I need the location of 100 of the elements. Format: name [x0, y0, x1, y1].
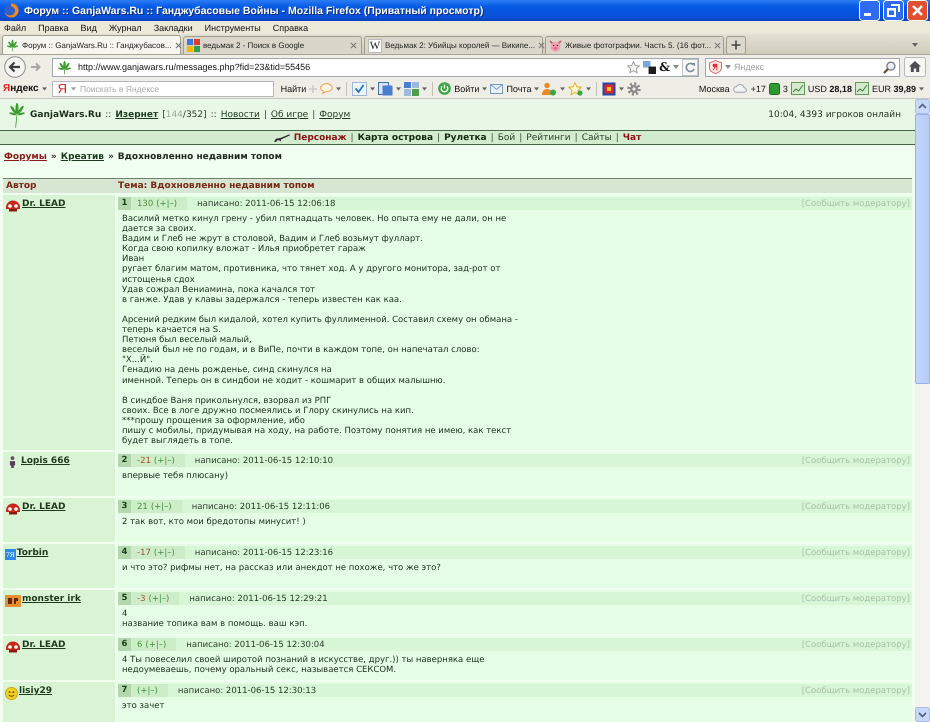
pages-icon[interactable] — [378, 82, 394, 96]
overlapping-squares-icon[interactable] — [643, 60, 656, 74]
home-button[interactable] — [904, 57, 926, 77]
browser-tab[interactable]: ведьмак 2 - Поиск в Google — [183, 36, 362, 54]
separator: :: — [105, 110, 112, 120]
browser-tab[interactable]: Форум :: GanjaWars.Ru :: Ганджубасов... — [2, 35, 181, 54]
nav-link[interactable]: Персонаж — [294, 132, 347, 142]
author-link[interactable]: Dr. LEAD — [22, 502, 66, 512]
find-button[interactable]: Найти — [280, 84, 306, 94]
leaf-logo-icon[interactable] — [8, 102, 26, 128]
reload-button[interactable] — [682, 58, 698, 76]
caret-icon[interactable] — [422, 86, 428, 90]
back-button[interactable] — [4, 56, 26, 78]
close-icon[interactable] — [538, 42, 546, 49]
browser-tab[interactable]: Живые фотографии. Часть 5. (16 фот... — [545, 36, 724, 54]
nav-link[interactable]: Рулетка — [444, 132, 487, 142]
caret-icon[interactable] — [482, 86, 488, 90]
nav-link[interactable]: Бой — [498, 132, 516, 142]
tiles-icon[interactable] — [404, 82, 420, 96]
header-link[interactable]: Об игре — [270, 110, 308, 120]
scroll-up-button[interactable] — [915, 99, 930, 114]
person-icon[interactable] — [542, 82, 558, 96]
search-field[interactable]: Я Поискать в Яндексе — [52, 80, 274, 96]
nav-link[interactable]: Чат — [622, 132, 642, 142]
scroll-down-button[interactable] — [915, 707, 930, 722]
breadcrumb-current: Вдохновленно недавним топом — [118, 152, 282, 162]
caret-icon[interactable] — [42, 86, 47, 90]
caret-icon[interactable] — [396, 86, 402, 90]
menu-item[interactable]: Инструменты — [204, 22, 261, 32]
post-text: впервые тебя плюсану) — [121, 470, 230, 482]
close-icon[interactable] — [714, 42, 722, 49]
menu-item[interactable]: Вид — [80, 22, 97, 32]
nav-link[interactable]: Карта острова — [358, 132, 434, 142]
star-icon[interactable] — [568, 82, 584, 96]
caret-icon[interactable] — [370, 86, 376, 90]
close-icon[interactable] — [174, 42, 182, 48]
minimize-button[interactable] — [859, 0, 880, 21]
nav-link[interactable]: Сайты — [582, 132, 612, 142]
scrollbar-thumb[interactable] — [915, 114, 930, 384]
nav-separator: | — [350, 132, 354, 142]
caret-icon[interactable] — [586, 86, 592, 90]
address-field[interactable]: http://www.ganjawars.ru/messages.php?fid=23&tid=55456 & — [52, 58, 699, 76]
post-number: 1 — [118, 197, 131, 210]
breadcrumb-separator: » — [50, 152, 57, 162]
header-link[interactable]: Новости — [220, 110, 260, 120]
settings-icon[interactable] — [627, 82, 642, 96]
rating-value: -3 — [137, 594, 146, 604]
menu-item[interactable]: Файл — [4, 22, 26, 32]
menu-item[interactable]: Журнал — [108, 22, 142, 32]
caret-icon[interactable] — [724, 65, 731, 69]
caret-icon[interactable] — [336, 86, 342, 90]
chart-icon — [854, 82, 869, 95]
rounded-square-icon — [768, 82, 780, 94]
caret-icon[interactable] — [672, 65, 679, 69]
author-link[interactable]: monster irk — [22, 594, 81, 604]
rating-value: -17 — [137, 548, 151, 558]
author-link[interactable]: Lopis 666 — [21, 456, 70, 466]
header-link[interactable]: Форум — [319, 110, 350, 120]
menu-item[interactable]: Закладки — [154, 22, 193, 32]
header-link[interactable]: Изернет — [115, 110, 158, 120]
caret-icon[interactable] — [534, 86, 540, 90]
caret-icon[interactable] — [70, 86, 76, 90]
squares-icon — [187, 39, 200, 52]
nav-link[interactable]: Рейтинги — [526, 132, 571, 142]
check-icon[interactable] — [352, 82, 368, 96]
menu-item[interactable]: Справка — [272, 22, 308, 32]
close-button[interactable] — [907, 0, 928, 21]
login-button[interactable]: Войти — [438, 82, 480, 95]
close-icon[interactable] — [350, 42, 357, 49]
leaf-icon — [57, 60, 72, 74]
site-name[interactable]: GanjaWars.Ru — [30, 110, 102, 120]
toolbar-logo[interactable]: Яндекс — [3, 83, 39, 94]
author-link[interactable]: Dr. LEAD — [22, 199, 66, 209]
mail-button[interactable]: Почта — [490, 84, 532, 94]
city-label[interactable]: Москва — [698, 84, 730, 94]
temperature-text: +17 — [750, 84, 766, 94]
caret-icon[interactable] — [919, 86, 924, 90]
browser-tab[interactable]: W Ведьмак 2: Убийцы королей — Википе... — [364, 36, 543, 54]
nested-squares-icon[interactable] — [602, 82, 616, 96]
envelope-icon — [490, 84, 504, 94]
scrollbar[interactable] — [915, 99, 930, 722]
addon-button[interactable]: & — [659, 60, 670, 74]
mushroom-icon — [5, 503, 21, 516]
search-icon[interactable] — [883, 60, 896, 74]
author-link[interactable]: Dr. LEAD — [22, 640, 66, 650]
restore-button[interactable] — [883, 0, 904, 21]
column-header: Тема: Вдохновленно недавним топом — [118, 181, 316, 191]
menu-item[interactable]: Правка — [38, 22, 69, 32]
new-tab-button[interactable] — [726, 36, 746, 54]
caret-icon[interactable] — [619, 86, 624, 90]
breadcrumb-link[interactable]: Форумы — [4, 152, 47, 162]
star-icon[interactable] — [627, 60, 640, 74]
post-number: 7 — [118, 684, 131, 698]
author-link[interactable]: lisiy29 — [19, 686, 52, 696]
author-link[interactable]: Torbin — [16, 548, 48, 558]
mushroom-icon — [5, 641, 21, 654]
post-date: написано: 2011-06-15 12:29:21 — [189, 594, 328, 604]
caret-icon[interactable] — [912, 43, 918, 47]
caret-icon[interactable] — [560, 86, 566, 90]
breadcrumb-link[interactable]: Креатив — [60, 152, 104, 162]
